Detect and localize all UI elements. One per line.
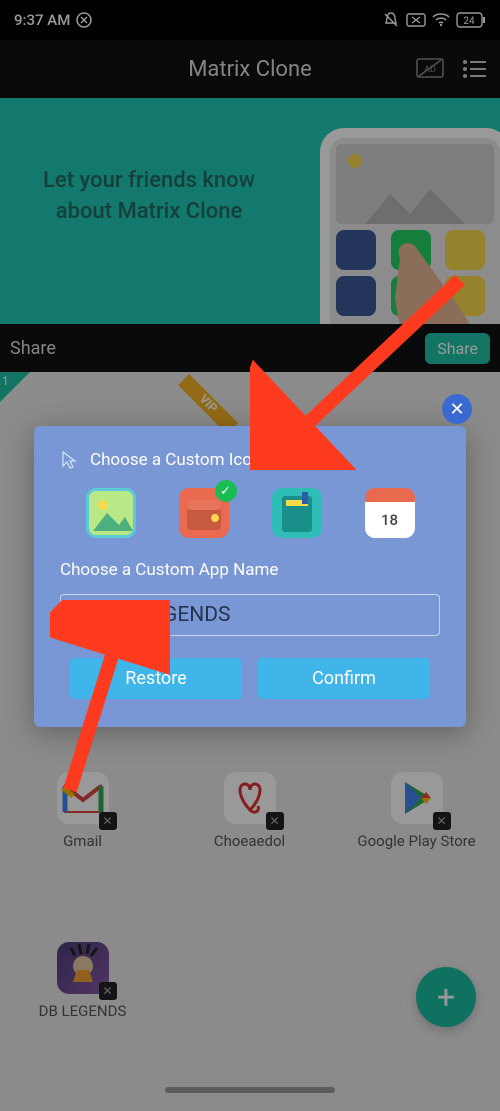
check-icon: ✓ [215, 480, 237, 502]
cursor-icon [60, 450, 80, 470]
app-name-input[interactable] [60, 594, 440, 636]
custom-icon-dialog: ✕ Choose a Custom Icon ✓ 18 Choose a Cus… [34, 426, 466, 727]
icon-option-calendar[interactable]: 18 [365, 488, 415, 538]
icon-option-book[interactable] [272, 488, 322, 538]
close-icon: ✕ [449, 399, 464, 420]
restore-button[interactable]: Restore [70, 658, 242, 699]
confirm-button[interactable]: Confirm [258, 658, 430, 699]
dialog-title: Choose a Custom Icon [90, 450, 261, 470]
icon-option-gallery[interactable] [86, 488, 136, 538]
icon-option-wallet[interactable]: ✓ [179, 488, 229, 538]
calendar-day: 18 [381, 511, 398, 529]
dialog-close-button[interactable]: ✕ [442, 394, 472, 424]
dialog-subtitle: Choose a Custom App Name [60, 560, 440, 580]
icon-options-row: ✓ 18 [60, 488, 440, 560]
